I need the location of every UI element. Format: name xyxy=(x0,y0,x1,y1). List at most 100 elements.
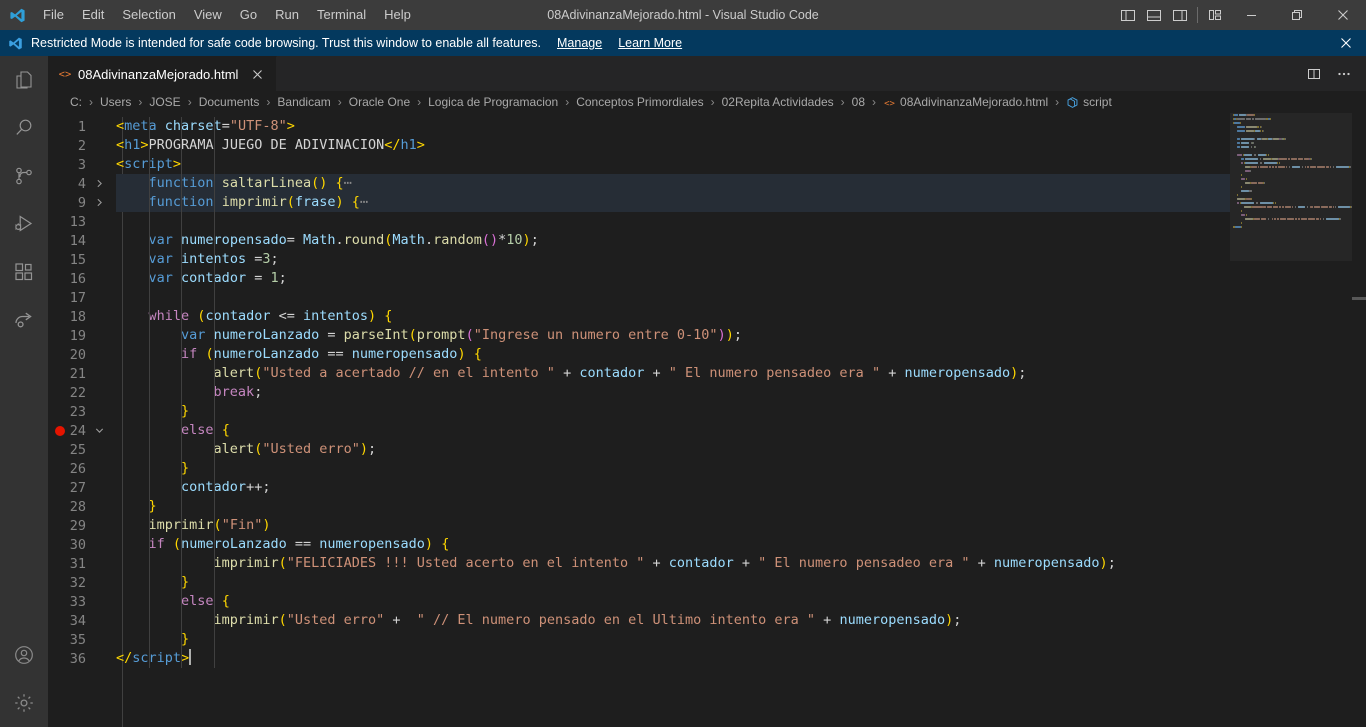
banner-close-icon[interactable] xyxy=(1336,33,1356,53)
gutter-row[interactable]: 17 xyxy=(48,288,116,307)
menu-terminal[interactable]: Terminal xyxy=(309,4,374,26)
accounts-button[interactable] xyxy=(0,631,48,679)
code-line[interactable]: while (contador <= intentos) { xyxy=(116,307,1366,326)
editor-tab-08adivinanzamejorado[interactable]: <> 08AdivinanzaMejorado.html xyxy=(48,56,278,91)
settings-button[interactable] xyxy=(0,679,48,727)
code-line[interactable]: imprimir("FELICIADES !!! Usted acerto en… xyxy=(116,554,1366,573)
sidebar-item-live-share[interactable] xyxy=(0,296,48,344)
breadcrumb-item-3[interactable]: Documents xyxy=(197,95,262,109)
minimap[interactable] xyxy=(1230,113,1352,727)
code-line[interactable]: var contador = 1; xyxy=(116,269,1366,288)
breadcrumb-item-2[interactable]: JOSE xyxy=(147,95,182,109)
restore-button[interactable] xyxy=(1274,0,1320,30)
menu-view[interactable]: View xyxy=(186,4,230,26)
chevron-right-icon[interactable] xyxy=(94,197,108,208)
code-line[interactable]: var numeropensado= Math.round(Math.rando… xyxy=(116,231,1366,250)
gutter-row[interactable]: 33 xyxy=(48,592,116,611)
code-line[interactable]: break; xyxy=(116,383,1366,402)
editor-gutter[interactable]: 1 2 3 4 9 13 14 15 16 17 18 19 20 21 22 23 24 25 26 27 28 29 3… xyxy=(48,113,116,727)
code-line[interactable]: if (numeroLanzado == numeropensado) { xyxy=(116,535,1366,554)
code-line[interactable]: var numeroLanzado = parseInt(prompt("Ing… xyxy=(116,326,1366,345)
breadcrumb-item-6[interactable]: Logica de Programacion xyxy=(426,95,560,109)
editor-tab-close-icon[interactable] xyxy=(248,65,266,83)
gutter-row[interactable]: 1 xyxy=(48,117,116,136)
gutter-row[interactable]: 35 xyxy=(48,630,116,649)
code-line[interactable]: } xyxy=(116,630,1366,649)
gutter-row[interactable]: 30 xyxy=(48,535,116,554)
code-line[interactable]: imprimir("Fin") xyxy=(116,516,1366,535)
code-line[interactable]: alert("Usted erro"); xyxy=(116,440,1366,459)
gutter-row[interactable]: 31 xyxy=(48,554,116,573)
customize-layout-icon[interactable] xyxy=(1202,0,1228,30)
gutter-row[interactable]: 13 xyxy=(48,212,116,231)
menu-run[interactable]: Run xyxy=(267,4,307,26)
menu-edit[interactable]: Edit xyxy=(74,4,112,26)
breadcrumb-item-0[interactable]: C: xyxy=(68,95,84,109)
toggle-secondary-sidebar-icon[interactable] xyxy=(1167,0,1193,30)
gutter-row[interactable]: 34 xyxy=(48,611,116,630)
code-line[interactable]: </script> xyxy=(116,649,1366,668)
code-line[interactable]: function saltarLinea() {⋯ xyxy=(116,174,1366,193)
gutter-row[interactable]: 16 xyxy=(48,269,116,288)
chevron-right-icon[interactable] xyxy=(94,178,108,189)
breadcrumb-item-11[interactable]: script xyxy=(1064,95,1114,109)
editor-lines[interactable]: <meta charset="UTF-8"> <h1>PROGRAMA JUEGO… xyxy=(116,113,1366,727)
code-line[interactable]: <h1>PROGRAMA JUEGO DE ADIVINACION</h1> xyxy=(116,136,1366,155)
sidebar-item-explorer[interactable] xyxy=(0,56,48,104)
code-line[interactable]: } xyxy=(116,402,1366,421)
breadcrumb-item-9[interactable]: 08 xyxy=(850,95,867,109)
minimize-button[interactable] xyxy=(1228,0,1274,30)
breadcrumb-item-5[interactable]: Oracle One xyxy=(347,95,412,109)
editor-scrollbar[interactable] xyxy=(1352,113,1366,727)
gutter-row[interactable]: 23 xyxy=(48,402,116,421)
code-line[interactable]: } xyxy=(116,573,1366,592)
close-button[interactable] xyxy=(1320,0,1366,30)
toggle-panel-icon[interactable] xyxy=(1141,0,1167,30)
gutter-row[interactable]: 4 xyxy=(48,174,116,193)
code-line[interactable]: } xyxy=(116,497,1366,516)
gutter-row[interactable]: 9 xyxy=(48,193,116,212)
banner-learn-more-link[interactable]: Learn More xyxy=(618,36,682,50)
gutter-row[interactable]: 26 xyxy=(48,459,116,478)
code-line[interactable]: function imprimir(frase) {⋯ xyxy=(116,193,1366,212)
code-editor[interactable]: 1 2 3 4 9 13 14 15 16 17 18 19 20 21 22 23 24 25 26 27 28 29 3… xyxy=(48,113,1366,727)
code-line[interactable]: else { xyxy=(116,421,1366,440)
gutter-row[interactable]: 29 xyxy=(48,516,116,535)
breadcrumb-item-1[interactable]: Users xyxy=(98,95,133,109)
code-line[interactable] xyxy=(116,212,1366,231)
code-line[interactable]: <meta charset="UTF-8"> xyxy=(116,117,1366,136)
menu-go[interactable]: Go xyxy=(232,4,265,26)
gutter-row[interactable]: 25 xyxy=(48,440,116,459)
code-line[interactable]: alert("Usted a acertado // en el intento… xyxy=(116,364,1366,383)
gutter-row[interactable]: 2 xyxy=(48,136,116,155)
gutter-row[interactable]: 14 xyxy=(48,231,116,250)
minimap-slider[interactable] xyxy=(1230,113,1352,261)
sidebar-item-source-control[interactable] xyxy=(0,152,48,200)
code-line[interactable]: contador++; xyxy=(116,478,1366,497)
breadcrumb-item-10[interactable]: <> 08AdivinanzaMejorado.html xyxy=(881,95,1050,109)
code-line[interactable]: else { xyxy=(116,592,1366,611)
gutter-row[interactable]: 20 xyxy=(48,345,116,364)
sidebar-item-run-debug[interactable] xyxy=(0,200,48,248)
code-line[interactable]: if (numeroLanzado == numeropensado) { xyxy=(116,345,1366,364)
breadcrumb-item-7[interactable]: Conceptos Primordiales xyxy=(574,95,705,109)
menu-selection[interactable]: Selection xyxy=(114,4,183,26)
code-line[interactable]: <script> xyxy=(116,155,1366,174)
code-line[interactable]: } xyxy=(116,459,1366,478)
gutter-row[interactable]: 24 xyxy=(48,421,116,440)
more-actions-button[interactable] xyxy=(1330,56,1358,91)
gutter-row[interactable]: 32 xyxy=(48,573,116,592)
gutter-row[interactable]: 15 xyxy=(48,250,116,269)
gutter-row[interactable]: 22 xyxy=(48,383,116,402)
sidebar-item-extensions[interactable] xyxy=(0,248,48,296)
gutter-row[interactable]: 18 xyxy=(48,307,116,326)
breakpoint-icon[interactable] xyxy=(55,425,65,436)
gutter-row[interactable]: 19 xyxy=(48,326,116,345)
gutter-row[interactable]: 36 xyxy=(48,649,116,668)
code-line[interactable] xyxy=(116,288,1366,307)
code-line[interactable]: imprimir("Usted erro" + " // El numero p… xyxy=(116,611,1366,630)
gutter-row[interactable]: 3 xyxy=(48,155,116,174)
gutter-row[interactable]: 27 xyxy=(48,478,116,497)
toggle-primary-sidebar-icon[interactable] xyxy=(1115,0,1141,30)
menu-file[interactable]: File xyxy=(35,4,72,26)
